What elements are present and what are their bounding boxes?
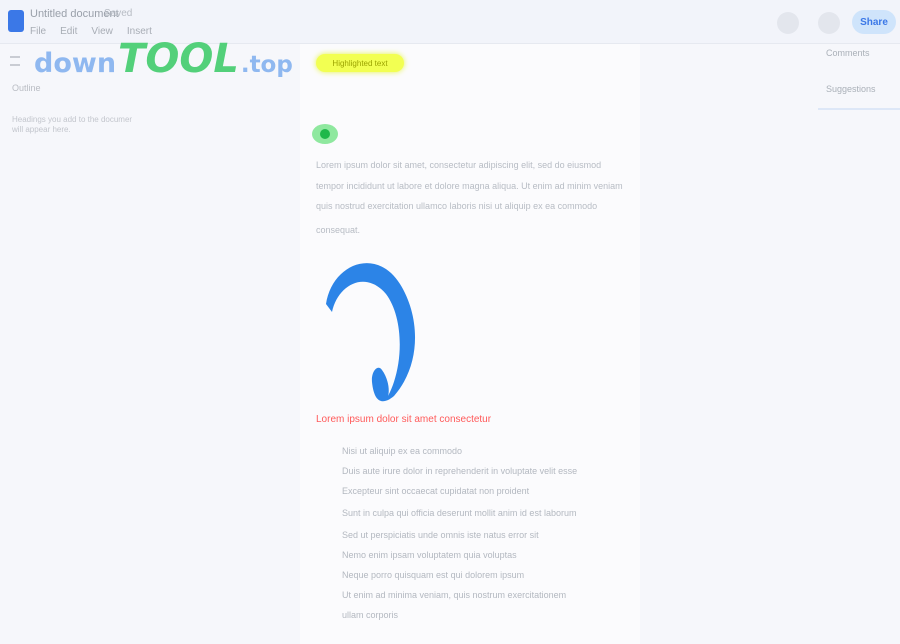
bullet-item-9: ullam corporis [342, 610, 399, 620]
bullet-item-8: Ut enim ad minima veniam, quis nostrum e… [342, 590, 567, 600]
bullet-item-1: Nisi ut aliquip ex ea commodo [342, 446, 463, 456]
highlighted-text[interactable]: Highlighted text [316, 54, 404, 72]
settings-button[interactable] [818, 12, 840, 34]
bullet-item-3: Excepteur sint occaecat cupidatat non pr… [342, 486, 530, 496]
document-icon[interactable] [8, 10, 24, 32]
outline-line-1: Headings you add to the document [12, 115, 132, 124]
bullet-item-5: Sed ut perspiciatis unde omnis iste natu… [342, 530, 539, 540]
share-button[interactable]: Share [852, 10, 896, 34]
side-panel: Comments Suggestions [818, 38, 900, 110]
red-note-text: Lorem ipsum dolor sit amet consectetur [316, 414, 492, 425]
suggestions-link[interactable]: Suggestions [826, 84, 876, 94]
blue-logo-image [326, 263, 416, 402]
bullet-item-7: Neque porro quisquam est qui dolorem ips… [342, 570, 525, 580]
outline-empty-text: Headings you add to the document will ap… [12, 115, 132, 135]
blue-swirl-shape [326, 263, 416, 402]
paragraph-line-2: tempor incididunt ut labore et dolore ma… [316, 181, 623, 191]
bullet-item-4: Sunt in culpa qui officia deserunt molli… [342, 508, 577, 518]
outline-icon[interactable] [10, 56, 20, 66]
comments-link[interactable]: Comments [826, 48, 870, 58]
paragraph-line-3: quis nostrud exercitation ullamco labori… [316, 201, 598, 211]
document-page: Highlighted text Lorem ipsum dolor sit a… [300, 44, 640, 644]
outline-panel: Outline Headings you add to the document… [10, 54, 160, 144]
paragraph-line-4: consequat. [316, 225, 361, 235]
comment-history-button[interactable] [777, 12, 799, 34]
watermark-top: .top [240, 52, 293, 78]
green-dot-icon [312, 124, 338, 144]
paragraph-line-1: Lorem ipsum dolor sit amet, consectetur … [316, 160, 602, 170]
bullet-item-6: Nemo enim ipsam voluptatem quia voluptas [342, 550, 517, 560]
save-status: Saved [104, 8, 133, 19]
outline-heading: Outline [12, 83, 41, 93]
bullet-item-2: Duis aute irure dolor in reprehenderit i… [342, 466, 578, 476]
outline-line-2: will appear here. [12, 125, 71, 134]
